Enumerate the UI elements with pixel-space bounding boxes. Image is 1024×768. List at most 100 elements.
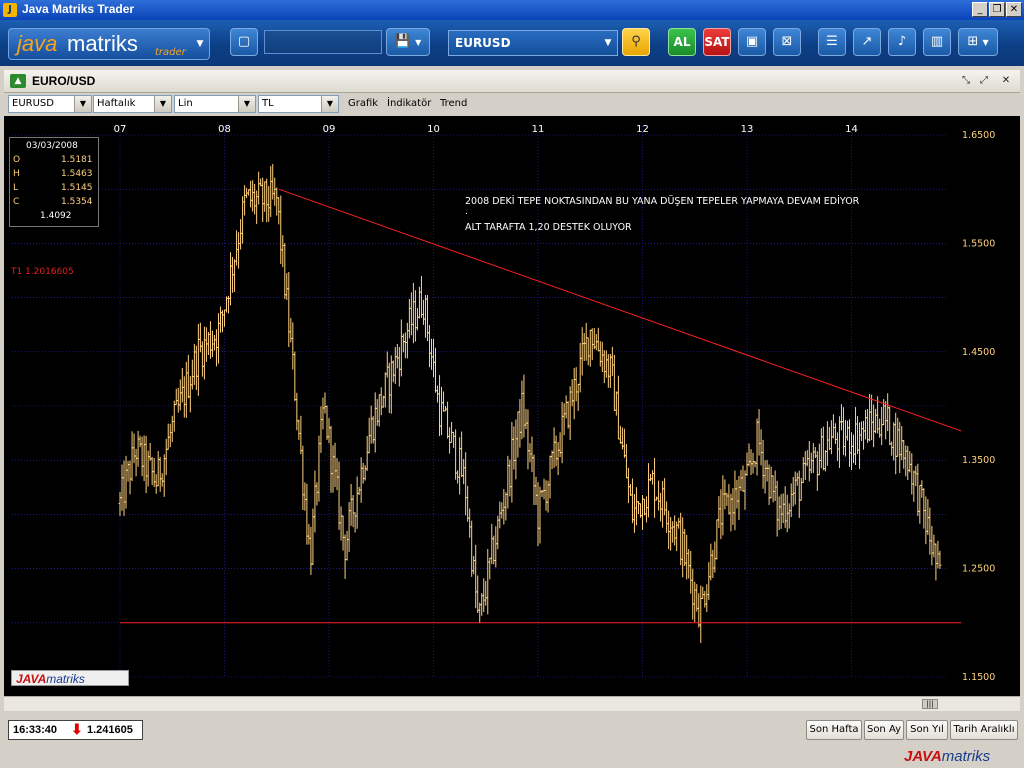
chevron-down-icon[interactable]: ▼ [238,96,255,112]
window-icon[interactable]: ▢ [230,28,258,56]
scale-combo[interactable]: Lin ▼ [174,95,256,113]
trend-label: T1 1.2016605 [11,267,74,277]
scrollbar-thumb[interactable]: ||| [922,699,938,709]
chart-window-icon: ▲ [10,74,26,88]
annotation-line-3: ALT TARAFTA 1,20 DESTEK OLUYOR [465,222,632,233]
info-value-open: 1.5181 [61,155,93,165]
add-window-icon[interactable]: ⊞ ▼ [958,28,998,56]
briefcase-icon[interactable]: ▣ [738,28,766,56]
info-extra: 1.4092 [40,211,72,221]
y-tick-label: 1.1500 [962,672,995,683]
currency-combo[interactable]: TL ▼ [258,95,339,113]
save-button[interactable]: 💾 ▼ [386,28,430,56]
menu-grafik[interactable]: Grafik [348,98,378,109]
x-tick-label: 11 [532,124,545,135]
chevron-down-icon[interactable]: ▼ [154,96,171,112]
info-value-high: 1.5463 [61,169,93,179]
range-last-year-button[interactable]: Son Yıl [906,720,948,740]
y-tick-label: 1.6500 [962,130,995,141]
y-tick-label: 1.4500 [962,347,995,358]
status-bar: 16:33:40 ⬇ 1.241605 Son Hafta Son Ay Son… [0,716,1024,768]
info-row-close: C [13,197,19,207]
watermark-java: JAVA [16,672,47,686]
search-button[interactable]: ⚲ [622,28,650,56]
symbol-combo[interactable]: EURUSD ▼ [8,95,92,113]
brand-java: JAVA [904,748,942,765]
x-tick-label: 07 [114,124,127,135]
brand-logo: JAVAmatriks [904,748,990,765]
collapse-icon[interactable]: ⤡ [958,73,974,88]
scale-combo-value: Lin [178,98,193,109]
bar-chart-icon[interactable]: ▥ [923,28,951,56]
menu-trend[interactable]: Trend [440,98,467,109]
chevron-down-icon[interactable]: ▼ [599,31,617,55]
x-tick-label: 12 [636,124,649,135]
annotation-line-2: . [465,207,468,217]
chevron-down-icon[interactable]: ▼ [321,96,338,112]
line-chart-icon[interactable]: ↗ [853,28,881,56]
price-chart[interactable]: 07 08 09 10 11 12 13 14 1.6500 1.5500 1.4500 1.3500… [4,116,1020,696]
x-tick-label: 09 [323,124,336,135]
x-tick-label: 08 [218,124,231,135]
y-tick-label: 1.5500 [962,238,995,249]
ohlc-info-box: 03/03/2008 O 1.5181 H 1.5463 L 1.5145 C … [9,137,99,227]
buy-button[interactable]: AL [668,28,696,56]
logo-java: java [17,31,58,56]
symbol-value: EURUSD [455,36,511,50]
info-row-high: H [13,169,20,179]
java-icon: J [3,3,17,17]
chevron-down-icon[interactable]: ▼ [191,29,209,59]
expand-icon[interactable]: ⤢ [976,73,992,88]
close-button[interactable]: ✕ [1006,2,1022,17]
workspace-field[interactable] [264,30,382,54]
chart-window-title: EURO/USD [32,74,96,88]
sell-button[interactable]: SAT [703,28,731,56]
info-row-low: L [13,183,18,193]
info-value-low: 1.5145 [61,183,93,193]
chevron-down-icon[interactable]: ▼ [74,96,91,112]
minimize-button[interactable]: _ [972,2,988,17]
chart-horizontal-scrollbar[interactable]: ||| [4,696,1020,711]
x-tick-label: 10 [427,124,440,135]
info-key: O [13,155,21,165]
chart-watermark-logo: JAVAmatriks [11,670,129,686]
x-tick-label: 14 [845,124,858,135]
restore-button[interactable]: ❐ [989,2,1005,17]
symbol-select[interactable]: EURUSD ▼ [448,30,618,56]
down-arrow-icon: ⬇ [71,721,83,737]
window-title: Java Matriks Trader [22,2,135,16]
app-logo[interactable]: java matriks trader ▼ [8,28,210,60]
range-last-week-button[interactable]: Son Hafta [806,720,862,740]
info-row-open: O [13,155,20,165]
logo-trader: trader [155,47,186,58]
logo-matriks: matriks [67,31,138,56]
annotation-line-1: 2008 DEKİ TEPE NOKTASINDAN BU YANA DÜŞEN… [465,196,860,207]
y-tick-label: 1.2500 [962,564,995,575]
period-combo[interactable]: Haftalık ▼ [93,95,172,113]
period-combo-value: Haftalık [97,98,136,109]
info-key: L [13,183,19,193]
chart-window-titlebar: ▲ EURO/USD ⤡ ⤢ ✕ [4,70,1020,93]
network-icon[interactable]: ⊠ [773,28,801,56]
price-ticker: 16:33:40 ⬇ 1.241605 [8,720,143,740]
menu-indikator[interactable]: İndikatör [387,98,431,109]
chart-controls: EURUSD ▼ Haftalık ▼ Lin ▼ TL ▼ Grafik İn… [4,93,1020,115]
close-icon[interactable]: ✕ [998,73,1014,88]
range-last-month-button[interactable]: Son Ay [864,720,904,740]
y-tick-label: 1.3500 [962,455,995,466]
window-titlebar: J Java Matriks Trader _ ❐ ✕ [0,0,1024,20]
x-tick-label: 13 [741,124,754,135]
last-price: 1.241605 [87,724,133,736]
info-date: 03/03/2008 [26,141,78,151]
info-value-close: 1.5354 [61,197,93,207]
symbol-combo-value: EURUSD [12,98,54,109]
currency-combo-value: TL [262,98,274,109]
bell-icon[interactable]: ♪ [888,28,916,56]
info-key: C [13,197,20,207]
search-icon: ⚲ [631,34,641,49]
range-date-interval-button[interactable]: Tarih Aralıklı [950,720,1018,740]
watermark-matriks: matriks [46,672,85,686]
info-key: H [13,169,20,179]
clock-time: 16:33:40 [13,724,58,736]
clipboard-icon[interactable]: ☰ [818,28,846,56]
